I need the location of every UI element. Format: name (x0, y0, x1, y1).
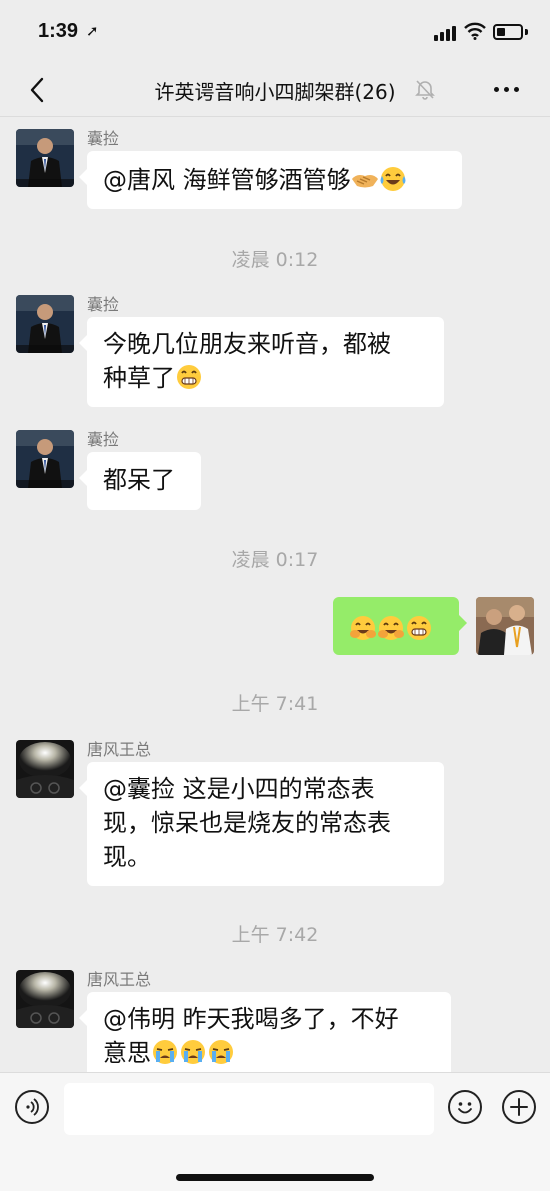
battery-tip (525, 29, 528, 35)
chat-header: 许英谔音响小四脚架群(26) (0, 64, 550, 117)
message-bubble[interactable]: @唐风 海鲜管够酒管够 (79, 151, 462, 209)
handshake-emoji (351, 167, 379, 203)
crying-emoji (207, 1038, 235, 1072)
message-list[interactable]: 囊捡 @唐风 海鲜管够酒管够 凌晨 0:12 囊捡 今晚几位朋友来听音，都被 种… (0, 117, 550, 1072)
emoji-face-icon[interactable] (448, 1090, 482, 1124)
location-arrow-icon: ➚ (86, 22, 99, 40)
laugh-cry-emoji (377, 614, 405, 652)
message-text: 现。 (103, 843, 151, 871)
message-item: 囊捡 都呆了 (0, 422, 550, 522)
message-bubble[interactable]: 都呆了 (79, 452, 201, 510)
message-item: 唐风王总 @囊捡 这是小四的常态表 现，惊呆也是烧友的常态表 现。 (0, 732, 550, 892)
message-bubble[interactable]: @伟明 昨天我喝多了，不好 意思 (79, 992, 451, 1072)
message-item (0, 591, 550, 671)
timestamp: 上午 7:42 (231, 924, 319, 946)
message-input[interactable] (64, 1083, 434, 1135)
avatar[interactable] (16, 740, 74, 798)
avatar[interactable] (16, 970, 74, 1028)
timestamp: 凌晨 0:17 (231, 549, 319, 571)
sender-name: 囊捡 (87, 295, 120, 314)
chevron-left-icon[interactable] (26, 76, 50, 104)
timestamp: 凌晨 0:12 (231, 249, 319, 271)
bell-off-icon (415, 80, 435, 100)
grin-emoji (405, 614, 433, 652)
message-item: 囊捡 今晚几位朋友来听音，都被 种草了 (0, 287, 550, 412)
message-text: 今晚几位朋友来听音，都被 (103, 330, 391, 358)
wifi-icon (464, 22, 486, 40)
timestamp: 上午 7:41 (231, 693, 319, 715)
sender-name: 囊捡 (87, 430, 120, 449)
message-text: @唐风 海鲜管够酒管够 (103, 166, 351, 194)
crying-emoji (151, 1038, 179, 1072)
group-title: 许英谔音响小四脚架群(26) (154, 80, 396, 104)
message-text: 现，惊呆也是烧友的常态表 (103, 809, 391, 837)
battery-icon (493, 24, 523, 40)
cellular-signal-icon (434, 26, 456, 41)
avatar[interactable] (16, 129, 74, 187)
laugh-cry-emoji (349, 614, 377, 652)
more-dots-icon[interactable] (494, 87, 519, 92)
message-text: 意思 (103, 1039, 151, 1067)
crying-emoji (179, 1038, 207, 1072)
home-indicator (176, 1174, 374, 1181)
message-item: 唐风王总 @伟明 昨天我喝多了，不好 意思 (0, 962, 550, 1072)
sender-name: 唐风王总 (87, 970, 152, 989)
avatar[interactable] (16, 295, 74, 353)
avatar[interactable] (16, 430, 74, 488)
status-time: 1:39 (38, 20, 79, 42)
message-text: @伟明 昨天我喝多了，不好 (103, 1005, 399, 1033)
message-text: 都呆了 (103, 466, 175, 494)
status-bar: 1:39 ➚ (0, 0, 550, 64)
tears-of-joy-emoji (379, 165, 407, 203)
grin-emoji (175, 363, 203, 400)
message-text: 种草了 (103, 364, 175, 392)
message-item: 囊捡 @唐风 海鲜管够酒管够 (0, 117, 550, 217)
message-bubble[interactable] (333, 597, 467, 655)
sender-name: 唐风王总 (87, 740, 152, 759)
avatar[interactable] (476, 597, 534, 655)
message-bubble[interactable]: 今晚几位朋友来听音，都被 种草了 (79, 317, 444, 407)
sender-name: 囊捡 (87, 129, 120, 148)
message-text: @囊捡 这是小四的常态表 (103, 775, 375, 803)
voice-icon[interactable] (15, 1090, 49, 1124)
message-bubble[interactable]: @囊捡 这是小四的常态表 现，惊呆也是烧友的常态表 现。 (79, 762, 444, 886)
plus-icon[interactable] (502, 1090, 536, 1124)
battery-level (497, 28, 505, 36)
